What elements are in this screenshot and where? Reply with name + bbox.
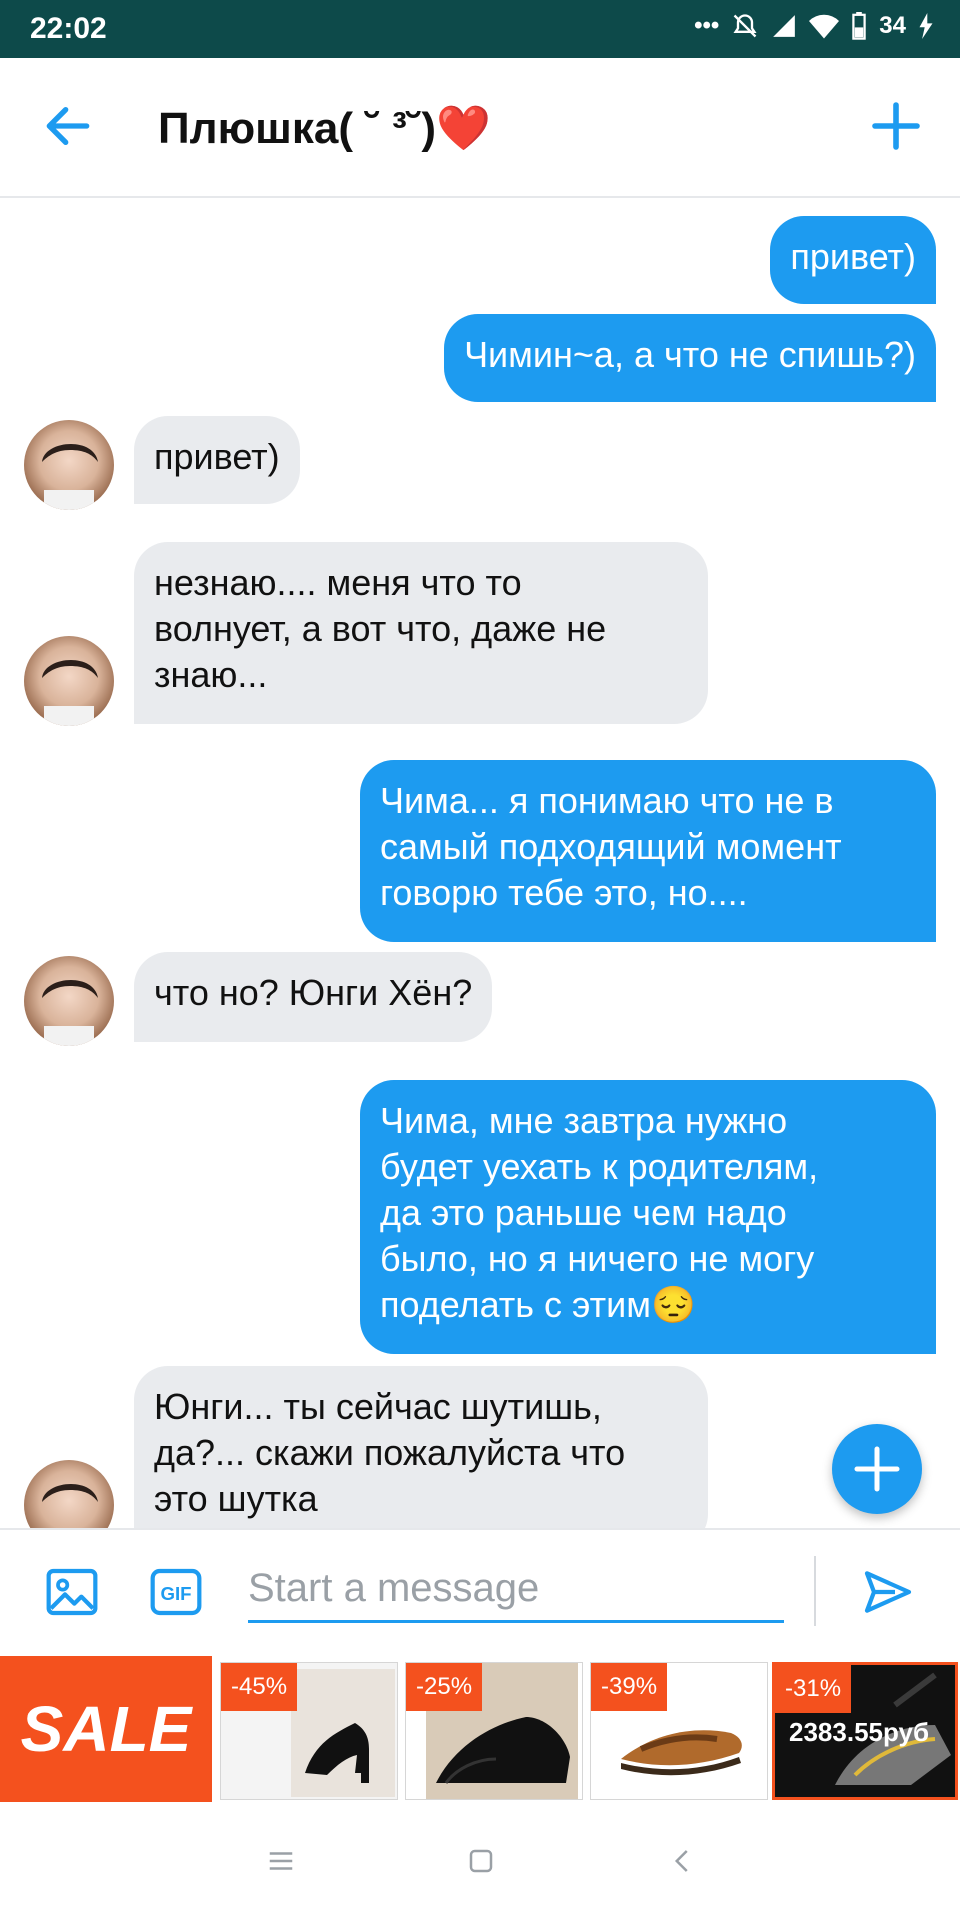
conversation-title: Плюшка( ˘ ³˘)❤️ bbox=[158, 104, 491, 153]
plus-icon bbox=[854, 1446, 900, 1492]
ad-banner[interactable]: SALE -45% -25% -39% -31% 2383.55руб bbox=[0, 1654, 960, 1802]
status-bar: 22:02 ••• 34 bbox=[0, 0, 960, 58]
back-icon[interactable] bbox=[668, 1846, 698, 1876]
signal-icon bbox=[773, 15, 796, 37]
chat-header: Плюшка( ˘ ³˘)❤️ bbox=[0, 58, 960, 198]
product-price: 2383.55руб bbox=[789, 1717, 930, 1747]
avatar[interactable] bbox=[24, 956, 114, 1046]
menu-icon[interactable] bbox=[266, 1846, 296, 1876]
incoming-message[interactable]: Юнги... ты сейчас шутишь, да?... скажи п… bbox=[134, 1366, 708, 1528]
discount-badge: -31% bbox=[775, 1665, 852, 1713]
message-list[interactable]: привет) Чимин~а, а что не спишь?) привет… bbox=[0, 198, 960, 1528]
compose-fab[interactable] bbox=[832, 1424, 922, 1514]
wifi-icon bbox=[809, 14, 840, 39]
outgoing-message[interactable]: Чима, мне завтра нужно будет уехать к ро… bbox=[360, 1080, 936, 1354]
status-icons: ••• 34 bbox=[694, 12, 934, 40]
send-icon[interactable] bbox=[860, 1564, 916, 1620]
battery-icon bbox=[852, 12, 867, 40]
image-icon[interactable] bbox=[44, 1564, 100, 1620]
compose-bar: GIF bbox=[0, 1528, 960, 1656]
charging-icon bbox=[919, 13, 933, 39]
avatar[interactable] bbox=[24, 420, 114, 510]
more-notifications-icon: ••• bbox=[694, 12, 720, 39]
status-time: 22:02 bbox=[30, 12, 107, 45]
outgoing-message[interactable]: привет) bbox=[770, 216, 936, 304]
ad-product-card[interactable]: -31% 2383.55руб bbox=[772, 1662, 958, 1800]
gif-icon[interactable]: GIF bbox=[148, 1564, 204, 1620]
incoming-message[interactable]: привет) bbox=[134, 416, 300, 504]
discount-badge: -45% bbox=[221, 1663, 298, 1711]
add-icon[interactable] bbox=[868, 98, 924, 154]
system-nav-bar bbox=[0, 1802, 960, 1920]
outgoing-message[interactable]: Чима... я понимаю что не в самый подходя… bbox=[360, 760, 936, 942]
ad-product-card[interactable]: -25% bbox=[405, 1662, 583, 1800]
back-arrow-icon[interactable] bbox=[40, 98, 96, 154]
home-icon[interactable] bbox=[466, 1846, 496, 1876]
incoming-message[interactable]: что но? Юнги Хён? bbox=[134, 952, 493, 1042]
battery-level: 34 bbox=[879, 12, 906, 39]
incoming-message[interactable]: незнаю.... меня что то волнует, а вот чт… bbox=[134, 542, 708, 724]
compose-divider bbox=[814, 1556, 816, 1626]
discount-badge: -25% bbox=[406, 1663, 483, 1711]
message-input[interactable] bbox=[248, 1556, 784, 1623]
ad-product-card[interactable]: -45% bbox=[220, 1662, 398, 1800]
avatar[interactable] bbox=[24, 1460, 114, 1528]
bell-off-icon bbox=[733, 14, 757, 38]
sale-label[interactable]: SALE bbox=[0, 1656, 212, 1802]
discount-badge: -39% bbox=[591, 1663, 668, 1711]
avatar[interactable] bbox=[24, 636, 114, 726]
gif-label: GIF bbox=[160, 1583, 191, 1604]
outgoing-message[interactable]: Чимин~а, а что не спишь?) bbox=[444, 314, 936, 402]
ad-product-card[interactable]: -39% bbox=[590, 1662, 768, 1800]
